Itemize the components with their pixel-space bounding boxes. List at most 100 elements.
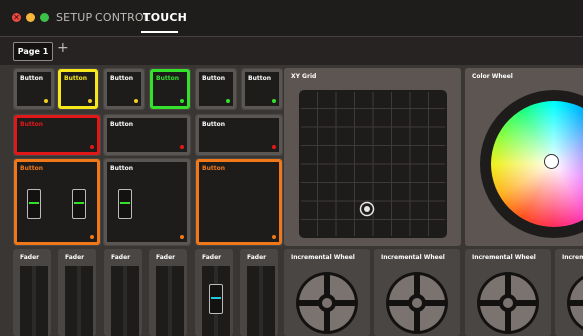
incremental-wheel-tile: Increm <box>555 249 583 336</box>
fader-track[interactable] <box>202 266 230 336</box>
button-tile: Button <box>149 68 191 110</box>
button-tile: Button <box>13 68 55 110</box>
incremental-wheel-title: Incremental Wheel <box>381 254 445 261</box>
incremental-wheel-tile: Incremental Wheel <box>284 249 370 336</box>
button-label: Button <box>202 121 225 128</box>
button-tile: Button <box>241 68 283 110</box>
button-status-dot <box>226 99 230 103</box>
fader-label: Fader <box>156 254 176 261</box>
button-pad[interactable]: Button <box>196 69 236 109</box>
add-page-button[interactable]: + <box>57 38 69 58</box>
button-status-dot <box>90 145 94 149</box>
fader-tile: Fader <box>104 189 142 336</box>
incremental-wheel-tile: Incremental Wheel <box>465 249 551 336</box>
button-label: Button <box>110 75 133 82</box>
button-label: Button <box>248 75 271 82</box>
button-status-dot <box>180 99 184 103</box>
color-wheel-panel: Color Wheel <box>465 68 583 246</box>
button-status-dot <box>272 235 276 239</box>
button-tile: Button <box>57 68 99 110</box>
fader-tile: Fader <box>195 249 233 336</box>
button-pad[interactable]: Button <box>104 159 190 245</box>
button-tile: Button <box>103 68 145 110</box>
fader-knob[interactable] <box>27 189 41 219</box>
fader-tile: Fader <box>149 249 187 336</box>
button-pad[interactable]: Button <box>104 69 144 109</box>
button-tile: Button <box>13 114 101 156</box>
fader-slot <box>168 266 172 336</box>
fader-label: Fader <box>247 254 267 261</box>
button-status-dot <box>272 145 276 149</box>
button-label: Button <box>20 121 43 128</box>
incremental-wheel-title: Increm <box>562 254 583 261</box>
tab-touch[interactable]: TOUCH <box>143 11 187 25</box>
button-tile: Button <box>195 158 283 246</box>
fader-track[interactable] <box>20 189 48 336</box>
incremental-wheel-title: Incremental Wheel <box>472 254 536 261</box>
button-label: Button <box>20 75 43 82</box>
button-label: Button <box>156 75 179 82</box>
button-pad[interactable]: Button <box>14 69 54 109</box>
incremental-wheel-knob[interactable] <box>295 271 359 335</box>
minimize-window-button[interactable] <box>26 13 35 22</box>
fader-label: Fader <box>65 254 85 261</box>
incremental-wheel-tile: Incremental Wheel <box>374 249 460 336</box>
close-window-button[interactable]: ✕ <box>12 13 21 22</box>
button-status-dot <box>180 235 184 239</box>
fader-track[interactable] <box>111 189 139 336</box>
fader-knob[interactable] <box>209 284 223 314</box>
title-bar: ✕ SETUP CONTROL TOUCH <box>0 0 583 36</box>
fader-slot <box>259 266 263 336</box>
button-label: Button <box>20 165 43 172</box>
fader-tile: Fader <box>13 189 51 336</box>
tab-control[interactable]: CONTROL <box>95 11 150 25</box>
maximize-window-button[interactable] <box>40 13 49 22</box>
fader-slot <box>32 266 36 336</box>
button-status-dot <box>90 235 94 239</box>
button-pad[interactable]: Button <box>150 69 190 109</box>
button-pad[interactable]: Button <box>196 159 282 245</box>
button-tile: Button <box>103 114 191 156</box>
button-label: Button <box>64 75 87 82</box>
button-tile: Button <box>195 68 237 110</box>
fader-track[interactable] <box>156 266 184 336</box>
fader-label: Fader <box>202 254 222 261</box>
fader-label: Fader <box>20 254 40 261</box>
fader-track[interactable] <box>65 189 93 336</box>
button-pad[interactable]: Button <box>196 115 282 155</box>
button-label: Button <box>110 165 133 172</box>
button-status-dot <box>134 99 138 103</box>
fader-slot <box>123 266 127 336</box>
button-tile: Button <box>195 114 283 156</box>
fader-slot <box>77 266 81 336</box>
fader-track[interactable] <box>247 266 275 336</box>
incremental-wheel-knob[interactable] <box>476 271 540 335</box>
button-label: Button <box>202 165 225 172</box>
incremental-wheel-knob[interactable] <box>566 271 583 335</box>
xy-grid-area[interactable] <box>299 90 447 238</box>
button-status-dot <box>272 99 276 103</box>
button-status-dot <box>88 99 92 103</box>
incremental-wheel-knob[interactable] <box>385 271 449 335</box>
fader-knob-indicator <box>120 202 130 204</box>
button-pad[interactable]: Button <box>242 69 282 109</box>
close-icon: ✕ <box>13 13 20 22</box>
button-status-dot <box>44 99 48 103</box>
button-pad[interactable]: Button <box>58 69 98 109</box>
fader-knob-indicator <box>211 297 221 299</box>
color-wheel-handle[interactable] <box>544 154 559 169</box>
page-bar <box>0 36 583 65</box>
fader-knob-indicator <box>74 202 84 204</box>
tab-setup[interactable]: SETUP <box>56 11 92 25</box>
fader-tile: Fader <box>240 249 278 336</box>
fader-tile: Fader <box>58 189 96 336</box>
button-label: Button <box>202 75 225 82</box>
xy-grid-handle[interactable] <box>359 201 375 217</box>
button-pad[interactable]: Button <box>104 115 190 155</box>
fader-knob[interactable] <box>72 189 86 219</box>
fader-knob[interactable] <box>118 189 132 219</box>
fader-label: Fader <box>111 254 131 261</box>
page-tab-1[interactable]: Page 1 <box>13 42 53 61</box>
button-pad[interactable]: Button <box>14 115 100 155</box>
button-label: Button <box>110 121 133 128</box>
